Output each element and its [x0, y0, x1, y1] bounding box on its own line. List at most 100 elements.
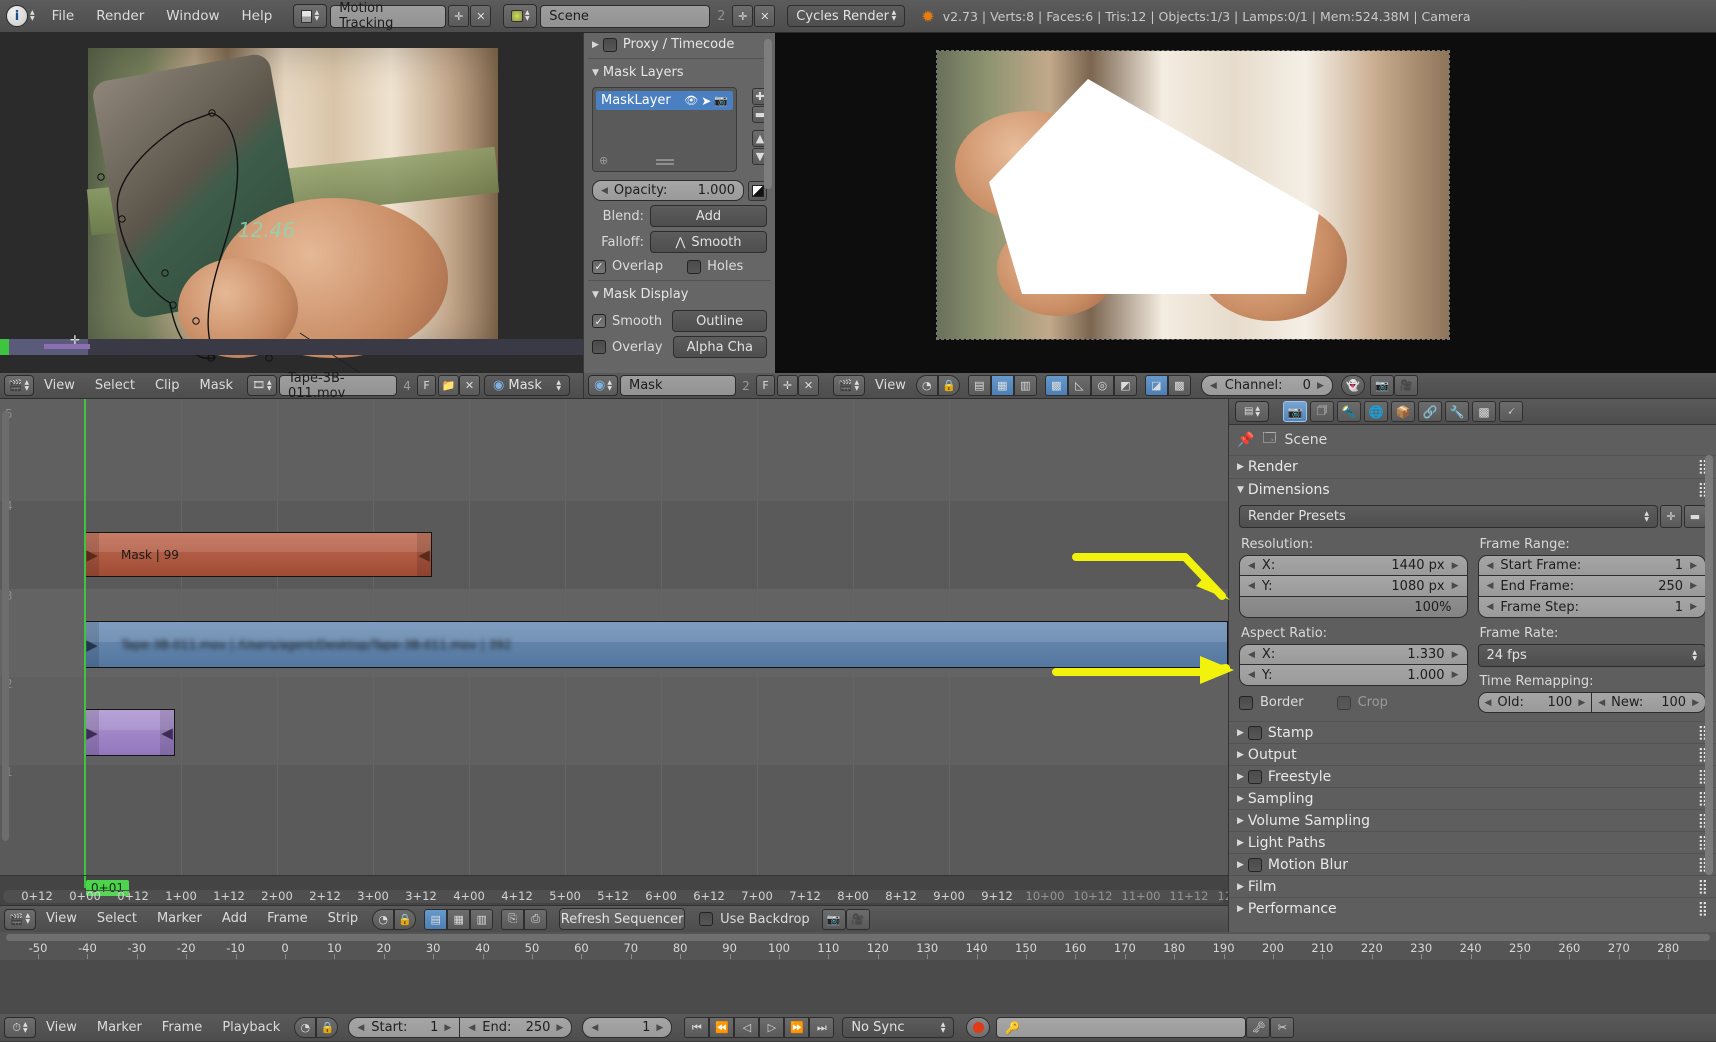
view-type-both-icon[interactable]: ▦: [990, 375, 1014, 396]
increment-arrow-icon[interactable]: ▶: [1690, 581, 1697, 591]
clip-datablock-icon[interactable]: 🎞 ▲ ▼: [247, 375, 278, 396]
remove-preset-button[interactable]: ▬: [1684, 505, 1706, 528]
properties-editor[interactable]: ▤ ▲ ▼ 📷 🗇 🔦 🌐 📦 🔗 🔧 ▩ 🗸 📌 🗔 Scene ▶ Render…: [1228, 399, 1716, 932]
panel-freestyle[interactable]: ▶ Freestyle ⣿: [1229, 765, 1716, 787]
decrement-arrow-icon[interactable]: ◀: [1485, 698, 1492, 708]
panel-render[interactable]: ▶ Render ⣿: [1229, 455, 1716, 478]
jump-to-end-icon[interactable]: ⏭: [809, 1017, 835, 1038]
resolution-percentage-field[interactable]: 100%: [1239, 597, 1468, 618]
smooth-checkbox[interactable]: ✓: [592, 314, 606, 328]
falloff-dropdown[interactable]: ⋀ Smooth: [650, 231, 767, 253]
view-type-preview-icon[interactable]: ▥: [1013, 375, 1037, 396]
decrement-arrow-icon[interactable]: ◀: [357, 1023, 364, 1033]
clip-menu-clip[interactable]: Clip: [145, 373, 190, 399]
clip-menu-view[interactable]: View: [34, 373, 85, 399]
sequencer-strip-area[interactable]: 5 4 3 2 1 ▶ ◀ Mask | 99 ▶ Tape-3B-011.mo…: [0, 399, 1228, 905]
increment-arrow-icon[interactable]: ▶: [1692, 698, 1699, 708]
increment-arrow-icon[interactable]: ▶: [656, 1023, 663, 1033]
decrement-arrow-icon[interactable]: ◀: [468, 1023, 475, 1033]
sync-mode-dropdown[interactable]: No Sync ▲ ▼: [842, 1017, 955, 1038]
decrement-arrow-icon[interactable]: ◀: [1487, 581, 1494, 591]
delete-keyframe-icon[interactable]: ✂: [1270, 1017, 1295, 1038]
view-type-preview-icon[interactable]: ▦: [447, 908, 471, 930]
decrement-arrow-icon[interactable]: ◀: [1487, 561, 1494, 571]
smooth-dropdown[interactable]: Outline: [672, 310, 767, 332]
panel-mask-layers[interactable]: ▼ Mask Layers: [584, 61, 775, 84]
mask-mode-dropdown[interactable]: ◉ Mask ▲ ▼: [484, 375, 571, 396]
tab-constraints[interactable]: 🔗: [1418, 401, 1442, 422]
clip-menu-select[interactable]: Select: [85, 373, 145, 399]
resolution-x-field[interactable]: ◀ X: 1440 px ▶: [1239, 555, 1468, 576]
ghost-icon[interactable]: 👻: [1340, 375, 1365, 396]
jump-next-keyframe-icon[interactable]: ⏩: [784, 1017, 810, 1038]
panel-output[interactable]: ▶ Output ⣿: [1229, 743, 1716, 765]
clip-timeline-strip[interactable]: ✛: [0, 333, 583, 355]
strip-effect[interactable]: ▶ ◀: [84, 709, 175, 756]
paste-icon[interactable]: ⎙: [524, 908, 548, 930]
timeline-editor[interactable]: -50 -40 -30 -20 -10 0 10 20 30 40 50 60 70 80 90 100 110…: [0, 932, 1716, 1042]
view-type-sequencer-icon[interactable]: ▤: [424, 908, 448, 930]
mask-layer-row[interactable]: MaskLayer 👁 ➤ 📷: [596, 91, 733, 110]
panel-mask-display[interactable]: ▼ Mask Display: [584, 283, 775, 306]
render-image-icon[interactable]: 📷: [821, 908, 846, 930]
open-clip-button[interactable]: 📁: [438, 375, 460, 396]
tab-material[interactable]: ▩: [1472, 401, 1496, 422]
keying-set-field[interactable]: 🔑: [996, 1017, 1247, 1038]
panel-performance[interactable]: ▶ Performance ⣿: [1229, 897, 1716, 919]
blender-logo-icon[interactable]: i ▲ ▼: [6, 5, 35, 27]
panel-volume-sampling[interactable]: ▶ Volume Sampling ⣿: [1229, 809, 1716, 831]
lock-icon[interactable]: 🔒: [937, 375, 960, 396]
seq-menu-strip[interactable]: Strip: [318, 906, 369, 932]
increment-arrow-icon[interactable]: ▶: [1690, 602, 1697, 612]
start-frame-field[interactable]: ◀ Start Frame: 1 ▶: [1477, 555, 1706, 576]
tab-render-layers[interactable]: 🗇: [1310, 401, 1334, 422]
timeline-horizontal-scrollbar[interactable]: [6, 934, 1710, 941]
overlay-dropdown[interactable]: Alpha Cha: [672, 336, 767, 358]
scene-datablock-icon[interactable]: ▲ ▼: [503, 4, 538, 28]
increment-arrow-icon[interactable]: ▶: [1452, 650, 1459, 660]
panel-film[interactable]: ▶ Film ⣿: [1229, 875, 1716, 897]
tab-render[interactable]: 📷: [1283, 401, 1307, 422]
editor-type-icon[interactable]: ▤ ▲ ▼: [1235, 401, 1269, 422]
display-histogram-icon[interactable]: ◩: [1113, 375, 1137, 396]
eye-icon[interactable]: 👁: [684, 94, 698, 107]
render-image-icon[interactable]: 📷: [1369, 375, 1394, 396]
aspect-y-field[interactable]: ◀ Y: 1.000 ▶: [1239, 665, 1468, 686]
sequencer-menu-view[interactable]: View: [865, 373, 916, 399]
overlay-checkbox[interactable]: [592, 340, 606, 354]
mask-datablock-icon[interactable]: ◉ ▲ ▼: [588, 375, 618, 396]
screen-layout-name[interactable]: Motion Tracking: [330, 1, 447, 31]
clip-fake-user-button[interactable]: F: [417, 375, 437, 396]
channel-field[interactable]: ◀ Channel: 0 ▶: [1200, 375, 1333, 396]
play-icon[interactable]: ▷: [759, 1017, 785, 1038]
panel-proxy-timecode[interactable]: ▶ Proxy / Timecode: [584, 33, 775, 56]
sequencer-preview[interactable]: [775, 33, 1716, 373]
seq-menu-frame[interactable]: Frame: [257, 906, 318, 932]
increment-arrow-icon[interactable]: ▶: [1690, 561, 1697, 571]
panel-grip[interactable]: ⣿: [1698, 879, 1708, 895]
increment-arrow-icon[interactable]: ▶: [1452, 581, 1459, 591]
panel-motion-blur[interactable]: ▶ Motion Blur ⣿: [1229, 853, 1716, 875]
panel-grip[interactable]: ⣿: [1698, 901, 1708, 917]
lock-icon[interactable]: 🔒: [394, 908, 417, 930]
editor-type-icon[interactable]: ⏱ ▲ ▼: [4, 1017, 36, 1038]
jump-to-start-icon[interactable]: ⏮: [684, 1017, 710, 1038]
clip-name-field[interactable]: Tape-3B-011.mov: [279, 371, 398, 401]
decrement-arrow-icon[interactable]: ◀: [1598, 698, 1605, 708]
tab-world[interactable]: 🌐: [1364, 401, 1388, 422]
blend-dropdown[interactable]: Add: [650, 205, 767, 227]
clip-properties-panel[interactable]: ▶ Proxy / Timecode ▼ Mask Layers MaskLay…: [583, 33, 775, 373]
overlay-toggle-icon[interactable]: ◪: [1144, 375, 1168, 396]
display-vectorscope-icon[interactable]: ◎: [1090, 375, 1114, 396]
unlink-mask-button[interactable]: ✕: [798, 375, 819, 396]
decrement-arrow-icon[interactable]: ◀: [1487, 602, 1494, 612]
play-reverse-icon[interactable]: ◁: [734, 1017, 760, 1038]
display-image-icon[interactable]: ▩: [1044, 375, 1068, 396]
timeline-menu-marker[interactable]: Marker: [87, 1015, 152, 1041]
timeline-menu-view[interactable]: View: [36, 1015, 87, 1041]
screen-layout-icon[interactable]: ▲ ▼: [293, 4, 328, 28]
view-type-both-icon[interactable]: ▥: [470, 908, 494, 930]
panel-light-paths[interactable]: ▶ Light Paths ⣿: [1229, 831, 1716, 853]
auto-keyframe-icon[interactable]: ◔: [294, 1017, 317, 1038]
properties-scrollbar[interactable]: [1705, 455, 1713, 875]
